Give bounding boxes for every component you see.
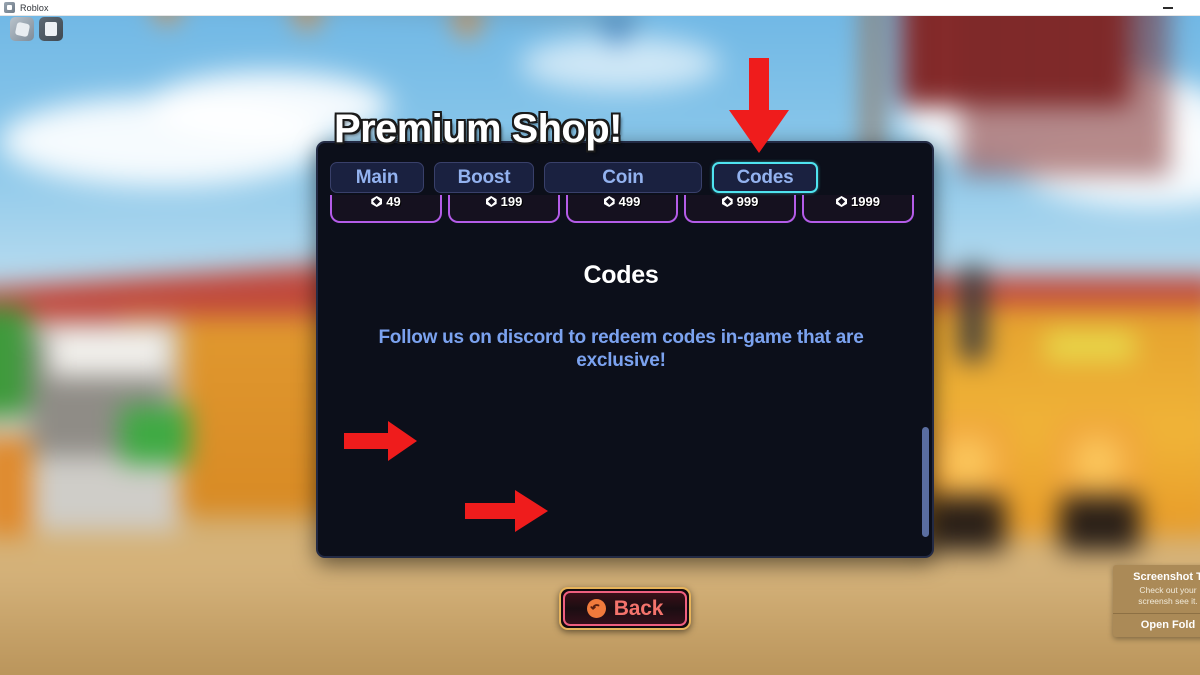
- toast-text: Check out your screensh see it.: [1138, 585, 1198, 606]
- shop-tab-bar: Main Boost Coin Codes: [330, 162, 818, 193]
- codes-heading: Codes: [583, 261, 659, 289]
- product-price: 499: [618, 195, 641, 209]
- roblox-desktop-icon[interactable]: [10, 17, 34, 41]
- codes-panel: Codes Follow us on discord to redeem cod…: [328, 227, 914, 547]
- tab-boost[interactable]: Boost: [434, 162, 534, 193]
- window-titlebar: Roblox: [0, 0, 1200, 16]
- tab-codes[interactable]: Codes: [712, 162, 818, 193]
- product-card[interactable]: 49: [330, 195, 442, 223]
- right-arrow-annotation-input: [344, 421, 418, 461]
- down-arrow-annotation: [727, 58, 791, 154]
- roblox-app-icon: [4, 2, 15, 13]
- tab-coin[interactable]: Coin: [544, 162, 702, 193]
- robux-icon: [721, 196, 733, 207]
- scrollbar-thumb[interactable]: [922, 427, 929, 537]
- product-price: 1999: [851, 195, 880, 209]
- back-button[interactable]: Back: [559, 587, 691, 630]
- screen-root: Roblox Premium Shop! Main Boost Coin Cod…: [0, 0, 1200, 675]
- document-icon[interactable]: [39, 17, 63, 41]
- product-card[interactable]: 1999: [802, 195, 914, 223]
- product-price-row: 49 199 499 999 1999: [330, 195, 914, 223]
- robux-icon: [371, 196, 383, 207]
- product-price: 49: [386, 195, 401, 209]
- back-arrow-icon: [586, 599, 606, 618]
- product-price: 199: [500, 195, 523, 209]
- product-price: 999: [736, 195, 759, 209]
- window-title: Roblox: [20, 2, 49, 13]
- tab-main[interactable]: Main: [330, 162, 424, 193]
- right-arrow-annotation-claim: [465, 490, 549, 532]
- codes-description: Follow us on discord to redeem codes in-…: [378, 327, 864, 371]
- premium-shop-modal: Main Boost Coin Codes 49 199 499 999 199…: [316, 141, 934, 558]
- page-title: Premium Shop!: [334, 107, 622, 151]
- robux-icon: [603, 196, 615, 207]
- product-card[interactable]: 199: [448, 195, 560, 223]
- modal-scrollbar[interactable]: [922, 227, 929, 543]
- screenshot-toast: Screenshot T Check out your screensh see…: [1113, 565, 1200, 638]
- minimize-button[interactable]: [1154, 0, 1182, 16]
- robux-icon: [836, 196, 848, 207]
- toast-title: Screenshot T: [1133, 571, 1200, 583]
- product-card[interactable]: 999: [684, 195, 796, 223]
- open-folder-button[interactable]: Open Fold: [1113, 614, 1200, 637]
- robux-icon: [485, 196, 497, 207]
- back-label: Back: [613, 596, 664, 620]
- product-card[interactable]: 499: [566, 195, 678, 223]
